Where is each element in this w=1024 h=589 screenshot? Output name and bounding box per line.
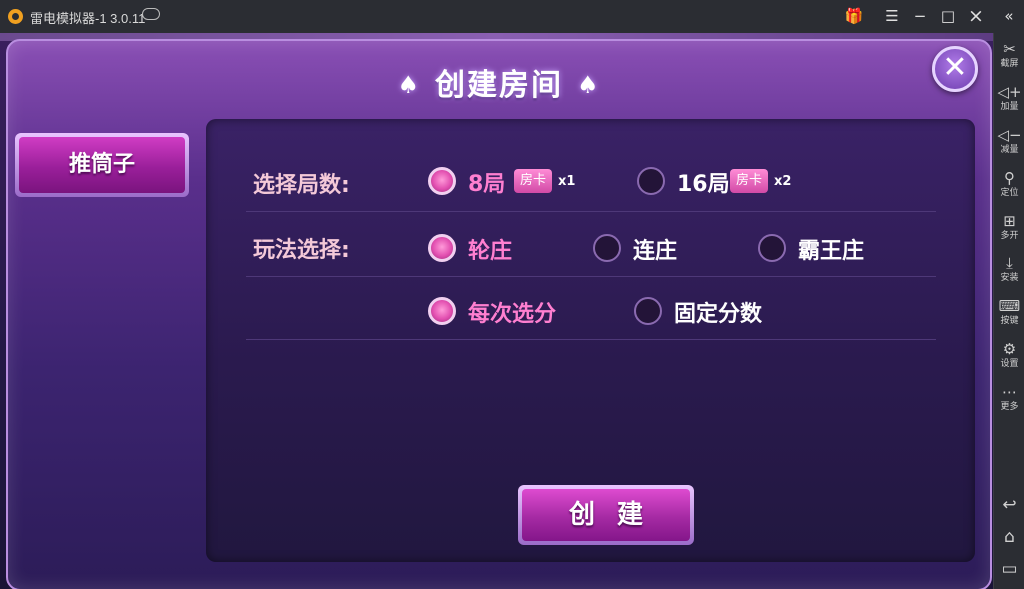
multi-open-icon: ⊞ [1003,212,1016,230]
sidebar-item-screenshot[interactable]: ✂ 截屏 [994,41,1024,70]
row-divider [246,211,936,212]
gamepad-icon[interactable] [142,8,160,20]
sidebar-item-keymap[interactable]: ⌨ 按键 [994,298,1024,327]
collapse-sidebar-icon[interactable]: « [997,5,1021,27]
tab-label: 推筒子 [19,137,185,193]
sidebar-item-multi-open[interactable]: ⊞ 多开 [994,213,1024,242]
keyboard-icon: ⌨ [998,297,1021,315]
sidebar-item-install[interactable]: ⤓ 安装 [994,255,1024,284]
radio-8-rounds[interactable] [428,167,456,195]
row-divider [246,339,936,340]
create-button-label: 创建 [522,489,690,541]
maximize-button[interactable]: □ [936,5,960,27]
create-room-button[interactable]: 创建 [518,485,694,545]
spade-icon: ♠ [397,71,421,99]
dialog-title: ♠ 创建房间 ♠ [8,60,990,104]
emulator-sidebar: ✂ 截屏 ◁+ 加量 ◁− 减量 ⚲ 定位 ⊞ 多开 ⤓ 安装 ⌨ 按键 ⚙ 设… [993,33,1024,589]
room-card-badge: 房卡 [514,169,553,193]
spade-icon: ♠ [577,71,601,99]
room-card-badge: 房卡 [730,169,769,193]
sidebar-item-volume-up[interactable]: ◁+ 加量 [994,84,1024,113]
settings-icon: ⚙ [1002,340,1017,358]
sidebar-item-more[interactable]: ⋯ 更多 [994,384,1024,413]
close-window-button[interactable]: × [964,5,988,27]
back-icon[interactable]: ↩ [994,495,1024,515]
volume-up-icon: ◁+ [997,83,1022,101]
tab-game-tuitongzi[interactable]: 推筒子 [15,133,189,197]
rounds-label: 选择局数: [253,173,350,198]
scissors-icon: ✂ [1003,40,1016,58]
mode-label: 玩法选择: [253,238,350,263]
option-score-choose-each-text[interactable]: 每次选分 [468,296,556,328]
window-title: 雷电模拟器-1 3.0.11 [30,11,146,26]
radio-mode-consecutive[interactable] [593,234,621,262]
install-apk-icon: ⤓ [1006,254,1013,272]
volume-down-icon: ◁− [997,126,1022,144]
radio-score-choose-each[interactable] [428,297,456,325]
radio-score-fixed[interactable] [634,297,662,325]
minimize-button[interactable]: − [908,5,932,27]
game-screen: ♠ 创建房间 ♠ ✕ 推筒子 选择局数: 8局 房卡 x1 16局 房卡 x2 玩法… [0,33,993,589]
option-mode-rotate-text[interactable]: 轮庄 [468,233,512,265]
row-divider [246,276,936,277]
close-dialog-button[interactable]: ✕ [932,46,978,92]
option-score-fixed-text[interactable]: 固定分数 [674,296,762,328]
menu-icon[interactable]: ☰ [880,5,904,27]
option-mode-overlord-text[interactable]: 霸王庄 [798,233,864,265]
dialog-title-text: 创建房间 [435,68,563,103]
location-pin-icon: ⚲ [1004,169,1015,187]
sidebar-item-volume-down[interactable]: ◁− 减量 [994,127,1024,156]
emulator-titlebar: 雷电模拟器-1 3.0.11 🎁 ☰ − □ × « [0,0,1024,33]
radio-mode-overlord[interactable] [758,234,786,262]
more-icon: ⋯ [1002,383,1017,401]
option-16-rounds-text[interactable]: 16局 [677,166,730,198]
recent-apps-icon[interactable]: ▭ [994,559,1024,579]
radio-16-rounds[interactable] [637,167,665,195]
sidebar-item-location[interactable]: ⚲ 定位 [994,170,1024,199]
sidebar-item-settings[interactable]: ⚙ 设置 [994,341,1024,370]
option-mode-consecutive-text[interactable]: 连庄 [633,233,677,265]
radio-mode-rotate[interactable] [428,234,456,262]
card-multiplier: x2 [774,174,792,189]
option-8-rounds-text[interactable]: 8局 [468,166,505,198]
gift-icon[interactable]: 🎁 [842,5,866,27]
app-logo-icon [8,9,23,24]
home-icon[interactable]: ⌂ [994,527,1024,547]
card-multiplier: x1 [558,174,576,189]
